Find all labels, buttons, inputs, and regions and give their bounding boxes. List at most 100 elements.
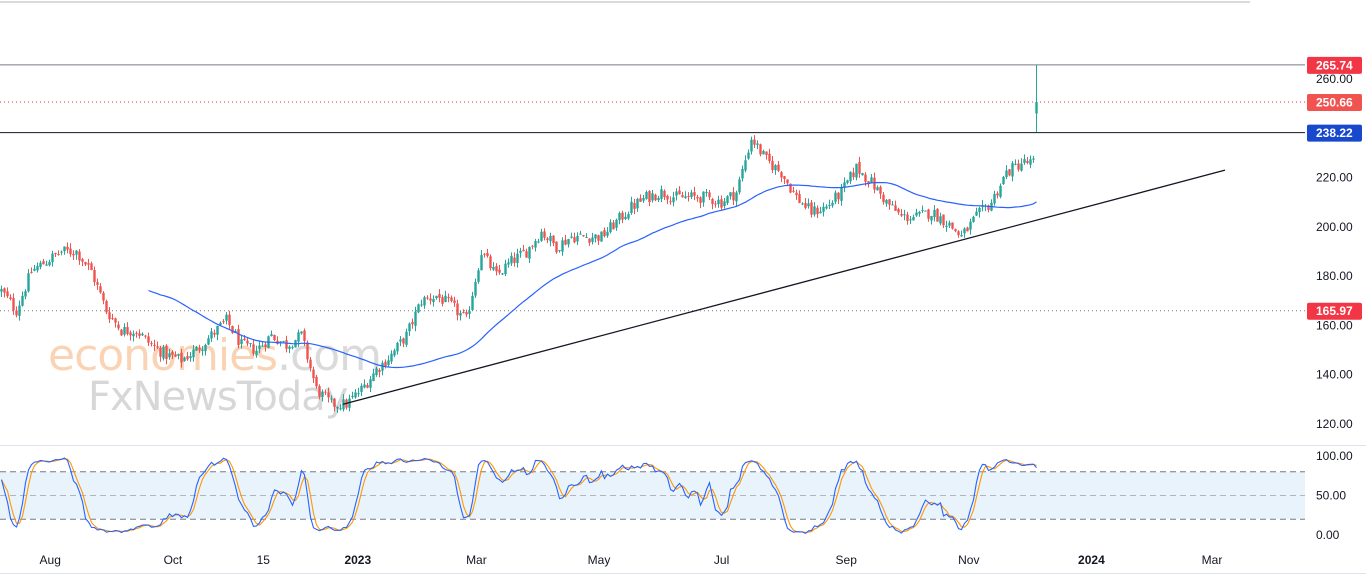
y-tick-label: 220.00 <box>1316 171 1353 185</box>
candle-body <box>261 345 264 347</box>
candle <box>450 295 453 303</box>
candle-body <box>456 303 459 316</box>
candle <box>600 231 603 242</box>
candle <box>30 267 33 274</box>
candle <box>972 215 975 223</box>
candle-body <box>462 312 465 314</box>
stoch-y-tick-label: 100.00 <box>1316 449 1353 463</box>
candle <box>93 266 96 286</box>
candle-body <box>1029 159 1032 165</box>
candle-body <box>21 295 24 306</box>
candle-body <box>738 179 741 193</box>
candle <box>225 312 228 325</box>
candle-body <box>201 349 204 351</box>
candle-body <box>471 295 474 311</box>
candle <box>1023 154 1026 165</box>
candle-body <box>303 330 306 341</box>
candle-body <box>192 349 195 358</box>
candle-body <box>960 235 963 237</box>
candle <box>939 212 942 226</box>
candle-body <box>45 264 48 266</box>
candle <box>57 250 60 256</box>
candle <box>576 232 579 245</box>
candle-body <box>447 297 450 299</box>
candle-body <box>195 346 198 351</box>
candle-body <box>735 192 738 202</box>
candle-body <box>711 198 714 205</box>
candle-body <box>687 195 690 197</box>
candle <box>912 214 915 221</box>
candle <box>729 192 732 200</box>
candle <box>696 194 699 202</box>
candle <box>354 389 357 399</box>
candle <box>396 341 399 355</box>
candle-body <box>765 151 768 155</box>
candle-body <box>963 228 966 234</box>
candle <box>549 232 552 247</box>
stoch-y-tick-label: 0.00 <box>1316 528 1340 542</box>
candle <box>792 186 795 193</box>
y-tick-label: 160.00 <box>1316 318 1353 332</box>
price-level-label: 238.22 <box>1316 126 1353 140</box>
candle-body <box>633 203 636 209</box>
candle-body <box>786 179 789 184</box>
candle-body <box>186 356 189 360</box>
candle <box>723 197 726 209</box>
candle <box>636 197 639 212</box>
candle-body <box>585 237 588 239</box>
candle <box>900 209 903 218</box>
candle <box>699 196 702 209</box>
candle-body <box>372 373 375 382</box>
candle <box>390 350 393 365</box>
candle <box>822 202 825 217</box>
candle-body <box>213 332 216 335</box>
candle-body <box>669 201 672 203</box>
candle <box>867 181 870 188</box>
candle <box>813 202 816 217</box>
candle-body <box>567 239 570 245</box>
candle-body <box>924 210 927 212</box>
candle-body <box>969 221 972 230</box>
candle-body <box>651 193 654 201</box>
candle <box>222 318 225 324</box>
candle-body <box>330 398 333 400</box>
x-tick-label: 2024 <box>1078 553 1105 567</box>
candle-body <box>120 329 123 336</box>
price-chart[interactable]: economies.com FxNewsToday 265.74 250.66 23… <box>0 0 1366 576</box>
candle-body <box>909 219 912 221</box>
candle <box>837 191 840 204</box>
candle-body <box>360 385 363 392</box>
candle-body <box>129 332 132 336</box>
candle-body <box>792 190 795 192</box>
candle-body <box>411 322 414 325</box>
candle <box>852 167 855 180</box>
candle <box>624 212 627 221</box>
candle <box>783 175 786 185</box>
candle-body <box>816 207 819 215</box>
candle-body <box>501 273 504 275</box>
candle <box>717 195 720 208</box>
candle <box>603 227 606 238</box>
candle-body <box>258 345 261 349</box>
candle-body <box>975 211 978 216</box>
candle-body <box>756 143 759 145</box>
candle <box>51 250 54 267</box>
candle <box>801 202 804 206</box>
x-tick-label: Aug <box>40 553 61 567</box>
candle-body <box>105 301 108 313</box>
candle-body <box>579 233 582 235</box>
candle-body <box>510 255 513 264</box>
candle <box>858 156 861 178</box>
candle <box>546 236 549 244</box>
candle-body <box>69 248 72 255</box>
candle <box>702 191 705 207</box>
candle <box>897 207 900 215</box>
y-tick-label: 180.00 <box>1316 269 1353 283</box>
candle-body <box>672 197 675 203</box>
y-tick-label: 260.00 <box>1316 72 1353 86</box>
candle <box>504 259 507 277</box>
candle <box>432 295 435 307</box>
candle <box>1011 160 1014 182</box>
candle-body <box>849 171 852 182</box>
candle <box>588 238 591 246</box>
